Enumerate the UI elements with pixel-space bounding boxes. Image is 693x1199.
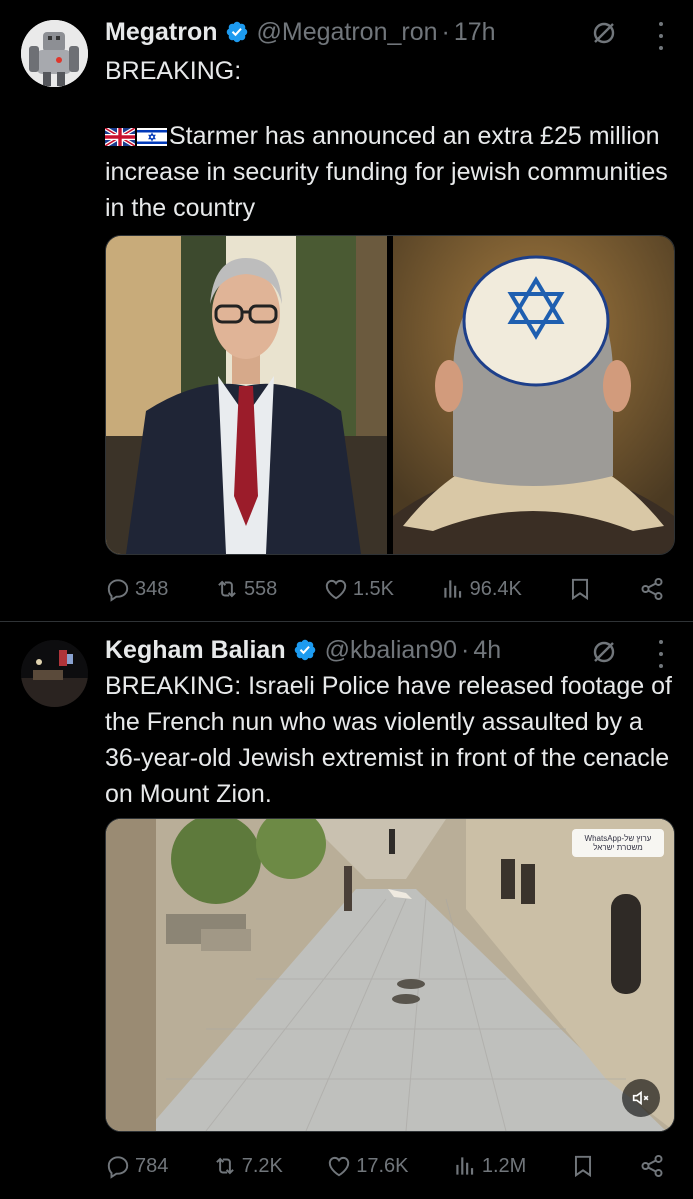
views-button[interactable]: 1.2M (452, 1153, 526, 1179)
bookmark-icon (574, 1155, 591, 1178)
author-name[interactable]: Kegham Balian (105, 636, 286, 665)
avatar[interactable] (21, 20, 88, 87)
grok-icon[interactable] (591, 639, 617, 665)
reply-icon (107, 579, 129, 602)
share-button[interactable] (639, 1153, 665, 1179)
author-name[interactable]: Megatron (105, 18, 218, 47)
more-options-icon[interactable] (655, 22, 667, 50)
reply-icon (107, 1156, 129, 1179)
video-frame (106, 819, 674, 1131)
kippah-photo[interactable] (393, 236, 674, 554)
tweet-kegham-balian[interactable]: Kegham Balian @kbalian90 · 4h BREAKING: … (0, 622, 693, 1199)
grok-icon[interactable] (591, 20, 617, 46)
repost-count: 558 (243, 577, 278, 600)
like-button[interactable]: 17.6K (326, 1153, 408, 1179)
repost-button[interactable]: 558 (214, 576, 277, 602)
share-button[interactable] (639, 576, 665, 602)
author-handle[interactable]: @Megatron_ron (257, 18, 438, 47)
tweet-time[interactable]: 17h (454, 18, 496, 47)
separator-dot: · (441, 17, 450, 46)
views-count: 1.2M (481, 1154, 527, 1177)
tweet-header: Megatron @Megatron_ron · 17h (105, 17, 496, 47)
whatsapp-channel-badge: WhatsApp-ערוץ של משטרת ישראל (572, 829, 664, 857)
repost-button[interactable]: 7.2K (212, 1153, 283, 1179)
tweet-actions: 348 558 1.5K 96.4K (105, 573, 665, 605)
tweet-image-grid[interactable] (105, 235, 675, 555)
like-count: 1.5K (352, 577, 395, 600)
mute-button[interactable] (622, 1079, 660, 1117)
repost-icon (215, 1157, 234, 1175)
heart-icon (325, 579, 347, 600)
views-icon (456, 1157, 473, 1175)
tweet-header: Kegham Balian @kbalian90 · 4h (105, 635, 501, 665)
bookmark-button[interactable] (567, 576, 593, 602)
israel-flag-icon (137, 128, 167, 146)
tweet-actions: 784 7.2K 17.6K 1.2M (105, 1150, 665, 1182)
verified-badge-icon (225, 20, 249, 44)
reply-count: 784 (135, 1154, 169, 1177)
tweet-text-heading: BREAKING: (105, 57, 242, 85)
tweet-body: Starmer has announced an extra £25 milli… (105, 122, 668, 222)
bookmark-icon (572, 578, 589, 601)
like-button[interactable]: 1.5K (323, 576, 394, 602)
uk-flag-icon (105, 128, 135, 146)
heart-icon (329, 1156, 350, 1177)
share-icon (641, 1154, 663, 1178)
avatar[interactable] (21, 640, 88, 707)
tweet-text: Starmer has announced an extra £25 milli… (105, 118, 675, 226)
views-icon (443, 580, 461, 598)
repost-icon (218, 580, 236, 598)
tweet-text: BREAKING: Israeli Police have released f… (105, 672, 672, 808)
speaker-muted-icon (632, 1090, 649, 1106)
reply-button[interactable]: 784 (105, 1153, 168, 1179)
verified-badge-icon (293, 638, 317, 662)
reply-button[interactable]: 348 (105, 576, 168, 602)
repost-count: 7.2K (241, 1154, 283, 1177)
share-icon (641, 577, 663, 601)
more-options-icon[interactable] (655, 640, 667, 668)
bookmark-button[interactable] (570, 1153, 596, 1179)
tweet-time[interactable]: 4h (473, 636, 501, 665)
starmer-photo[interactable] (106, 236, 387, 554)
author-handle[interactable]: @kbalian90 (325, 636, 457, 665)
tweet-megatron[interactable]: Megatron @Megatron_ron · 17h BREAKING: S… (0, 0, 693, 621)
views-count: 96.4K (469, 577, 522, 600)
views-button[interactable]: 96.4K (440, 576, 522, 602)
separator-dot: · (461, 635, 470, 664)
tweet-video[interactable]: WhatsApp-ערוץ של משטרת ישראל (105, 818, 675, 1132)
reply-count: 348 (135, 577, 169, 600)
like-count: 17.6K (356, 1154, 409, 1177)
